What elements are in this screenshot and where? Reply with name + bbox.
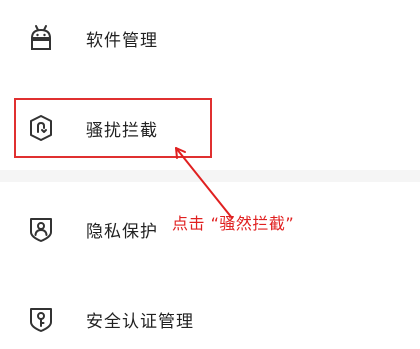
menu-item-label: 软件管理 xyxy=(86,30,158,51)
annotation-text: 点击 “骚然拦截” xyxy=(172,214,295,233)
highlight-box xyxy=(14,98,212,158)
menu-item-software-management[interactable]: 软件管理 xyxy=(0,8,420,68)
shield-person-icon xyxy=(26,214,56,244)
android-icon xyxy=(26,23,56,53)
shield-key-icon xyxy=(26,304,56,334)
menu-item-security-auth-management[interactable]: 安全认证管理 xyxy=(0,289,420,349)
section-divider xyxy=(0,170,420,182)
menu-item-label: 隐私保护 xyxy=(86,221,158,242)
menu-item-label: 安全认证管理 xyxy=(86,311,194,332)
